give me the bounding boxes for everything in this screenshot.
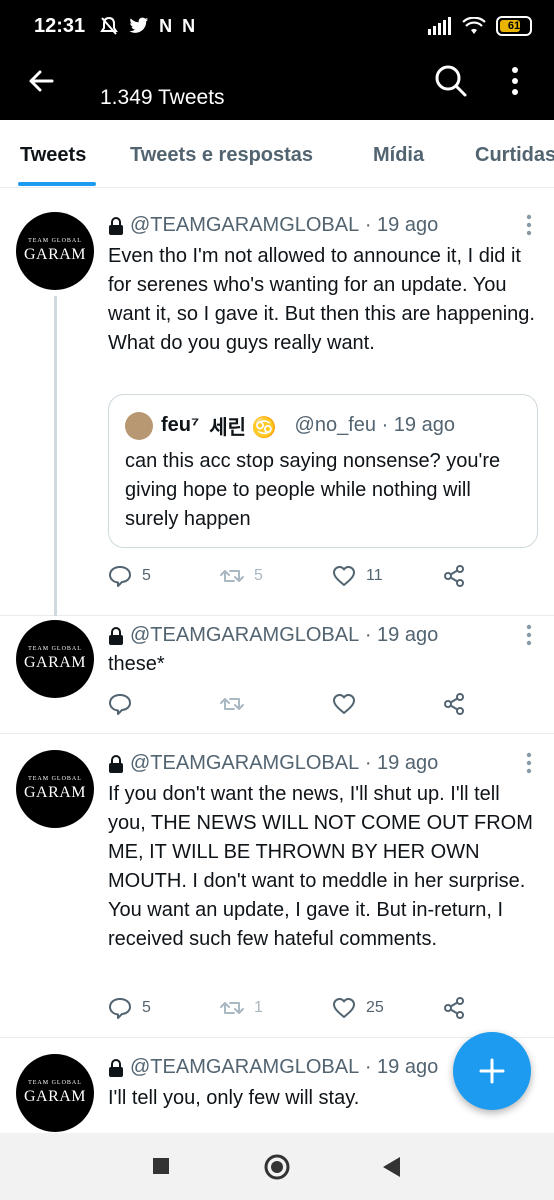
heart-icon: [333, 566, 355, 586]
retweet-count: 1: [254, 999, 263, 1016]
like-count: 25: [366, 999, 384, 1016]
status-bar: 12:31 N N 61: [0, 0, 554, 52]
retweet-button[interactable]: 1: [220, 996, 263, 1020]
tweet-time: · 19 ago: [364, 624, 439, 646]
heart-icon: [333, 694, 355, 714]
back-arrow-icon[interactable]: [26, 66, 56, 96]
tweet[interactable]: TEAM GLOBAL GARAM @TEAMGARAMGLOBAL · 19 …: [0, 616, 554, 734]
notification-n-icon: N: [159, 15, 173, 36]
reply-count: 5: [142, 567, 151, 584]
tab-tweets[interactable]: Tweets: [20, 144, 86, 167]
like-button[interactable]: 11: [332, 564, 383, 588]
compose-tweet-button[interactable]: [453, 1032, 531, 1110]
tweet-header: @TEAMGARAMGLOBAL · 19 ago: [108, 752, 438, 775]
profile-tabs: Tweets Tweets e respostas Mídia Curtidas: [0, 120, 554, 188]
retweet-count: 5: [254, 567, 263, 584]
tweet-handle[interactable]: @TEAMGARAMGLOBAL: [130, 214, 359, 237]
tweet-handle[interactable]: @TEAMGARAMGLOBAL: [130, 752, 359, 775]
tweet-header: @TEAMGARAMGLOBAL · 19 ago: [108, 624, 438, 647]
quoted-tweet[interactable]: feu⁷ 세린 ♋ @no_feu · 19 ago can this acc …: [108, 394, 538, 548]
share-icon: [444, 565, 464, 587]
avatar[interactable]: TEAM GLOBAL GARAM: [16, 750, 94, 828]
search-icon[interactable]: [434, 64, 468, 98]
like-button[interactable]: 25: [332, 996, 384, 1020]
tweet-header: @TEAMGARAMGLOBAL · 19 ago: [108, 1056, 438, 1079]
retweet-button[interactable]: [220, 692, 244, 716]
heart-icon: [333, 998, 355, 1018]
tweet-handle[interactable]: @TEAMGARAMGLOBAL: [130, 1056, 359, 1079]
tweet-header: @TEAMGARAMGLOBAL · 19 ago: [108, 214, 438, 237]
mute-icon: [100, 16, 119, 35]
profile-header: 1.349 Tweets: [0, 52, 554, 120]
system-nav-bar: [0, 1133, 554, 1200]
wifi-icon: [462, 17, 486, 34]
tweet-actions: 5 1 25: [108, 996, 480, 1022]
reply-count: 5: [142, 999, 151, 1016]
tweet-time: · 19 ago: [364, 214, 439, 236]
lock-icon: [109, 626, 123, 645]
lock-icon: [109, 1058, 123, 1077]
twitter-bird-icon: [129, 17, 149, 33]
share-button[interactable]: [442, 996, 466, 1020]
active-tab-indicator: [18, 182, 96, 186]
tweet-handle[interactable]: @TEAMGARAMGLOBAL: [130, 624, 359, 647]
tweet[interactable]: TEAM GLOBAL GARAM @TEAMGARAMGLOBAL · 19 …: [0, 196, 554, 616]
quoted-tweet-header: feu⁷ 세린 ♋ @no_feu · 19 ago: [125, 411, 455, 440]
share-button[interactable]: [442, 692, 466, 716]
thread-line: [54, 296, 57, 616]
retweet-icon: [220, 1002, 244, 1014]
tweet-text: If you don't want the news, I'll shut up…: [108, 783, 533, 950]
tab-likes[interactable]: Curtidas: [475, 144, 554, 167]
tweet[interactable]: TEAM GLOBAL GARAM @TEAMGARAMGLOBAL · 19 …: [0, 734, 554, 1038]
reply-button[interactable]: 5: [108, 996, 151, 1020]
notification-icons: N N: [99, 16, 195, 37]
avatar[interactable]: TEAM GLOBAL GARAM: [16, 1054, 94, 1132]
notification-n-icon: N: [182, 15, 196, 36]
avatar[interactable]: TEAM GLOBAL GARAM: [16, 620, 94, 698]
back-triangle-icon[interactable]: [380, 1155, 402, 1179]
reply-icon: [109, 566, 131, 587]
avatar[interactable]: TEAM GLOBAL GARAM: [16, 212, 94, 290]
reply-icon: [109, 694, 131, 715]
tweet-time: · 19 ago: [364, 1056, 439, 1078]
retweet-icon: [220, 698, 244, 710]
tweet-count: 1.349 Tweets: [100, 86, 225, 109]
tweet-menu-icon[interactable]: [526, 624, 532, 646]
signal-icon: [428, 17, 451, 35]
tweet-text: these*: [108, 653, 165, 675]
like-count: 11: [366, 567, 383, 584]
share-icon: [444, 997, 464, 1019]
tweet-actions: 5 5 11: [108, 564, 480, 590]
recents-square-icon[interactable]: [152, 1157, 170, 1175]
plus-icon: [479, 1058, 505, 1084]
battery-level: 61: [507, 20, 521, 32]
tweet-menu-icon[interactable]: [526, 752, 532, 774]
tweet-text: Even tho I'm not allowed to announce it,…: [108, 245, 535, 354]
battery-icon: 61: [496, 16, 532, 36]
lock-icon: [109, 754, 123, 773]
retweet-button[interactable]: 5: [220, 564, 263, 588]
tweet-actions: [108, 692, 480, 718]
quoted-handle: @no_feu · 19 ago: [294, 414, 455, 436]
home-circle-icon[interactable]: [263, 1153, 291, 1181]
quoted-display-name-extra: 세린 ♋: [209, 417, 277, 439]
quoted-tweet-text: can this acc stop saying nonsense? you'r…: [125, 450, 501, 530]
status-time: 12:31: [34, 14, 86, 37]
reply-button[interactable]: 5: [108, 564, 151, 588]
reply-button[interactable]: [108, 692, 132, 716]
tab-media[interactable]: Mídia: [373, 144, 424, 167]
quoted-display-name: feu⁷: [161, 414, 200, 436]
lock-icon: [109, 216, 123, 235]
like-button[interactable]: [332, 692, 356, 716]
retweet-icon: [220, 570, 244, 582]
tweet-menu-icon[interactable]: [526, 214, 532, 236]
reply-icon: [109, 998, 131, 1019]
tweet-time: · 19 ago: [364, 752, 439, 774]
share-button[interactable]: [442, 564, 466, 588]
quoted-avatar: [125, 411, 153, 440]
share-icon: [444, 693, 464, 715]
more-options-icon[interactable]: [508, 66, 522, 96]
tab-tweets-and-replies[interactable]: Tweets e respostas: [130, 144, 313, 167]
